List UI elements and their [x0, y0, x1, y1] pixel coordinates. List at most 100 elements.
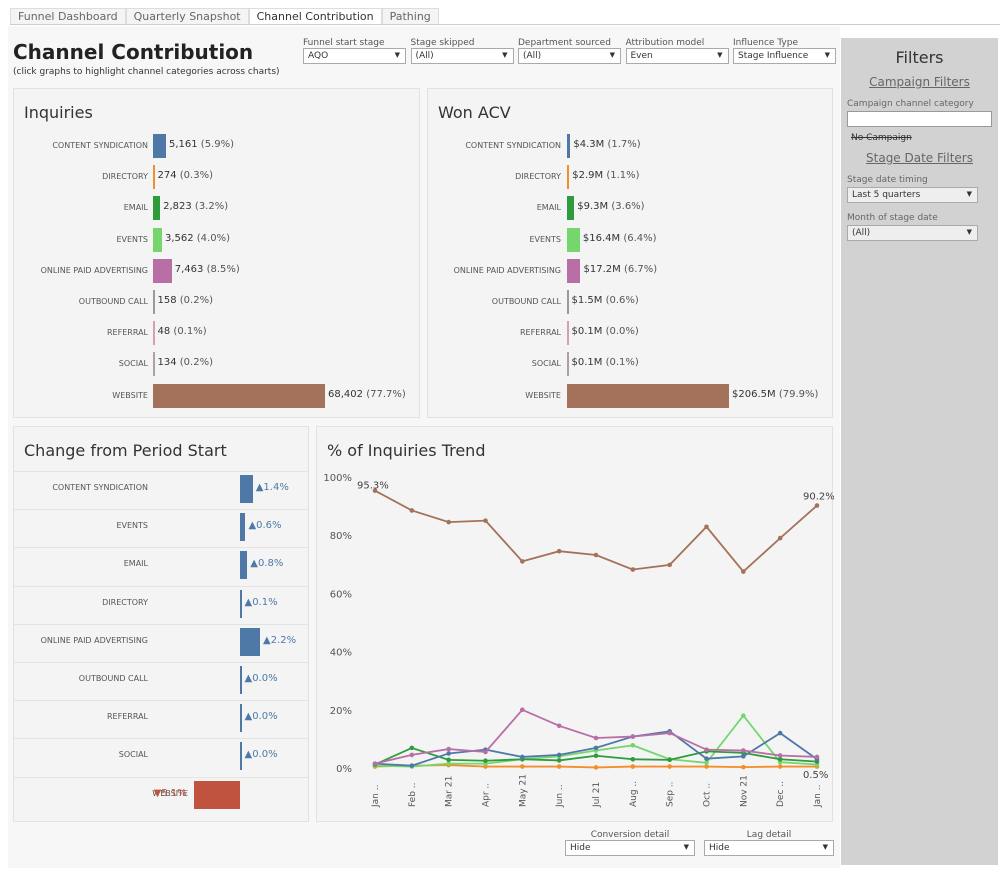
- bar[interactable]: [567, 227, 580, 252]
- data-point[interactable]: [593, 753, 599, 759]
- data-point[interactable]: [483, 758, 488, 764]
- data-point[interactable]: [593, 745, 599, 751]
- bar[interactable]: [153, 165, 155, 190]
- data-point[interactable]: [520, 764, 525, 769]
- bar-row[interactable]: ONLINE PAID ADVERTISING 7,463 (8.5%): [14, 258, 419, 283]
- data-point[interactable]: [556, 758, 562, 763]
- change-row[interactable]: OUTBOUND CALL ▲0.0%: [14, 662, 308, 694]
- change-bar[interactable]: [240, 742, 242, 771]
- data-point[interactable]: [593, 765, 599, 770]
- data-point[interactable]: [777, 535, 783, 541]
- data-point[interactable]: [814, 754, 820, 760]
- month-dropdown[interactable]: (All) ▼: [847, 225, 978, 241]
- change-row[interactable]: EMAIL ▲0.8%: [14, 547, 308, 580]
- data-point[interactable]: [630, 734, 636, 739]
- bar[interactable]: [567, 321, 569, 346]
- bar[interactable]: [153, 290, 155, 314]
- bar[interactable]: [567, 134, 571, 158]
- series-line-events[interactable]: [374, 714, 818, 768]
- bar-row[interactable]: OUTBOUND CALL 158 (0.2%): [14, 290, 419, 314]
- series-line-website[interactable]: [374, 489, 818, 573]
- data-point[interactable]: [409, 752, 415, 758]
- data-point[interactable]: [741, 713, 746, 718]
- bar[interactable]: [153, 227, 162, 252]
- stage-date-filters-link[interactable]: Stage Date Filters: [841, 151, 998, 165]
- change-row[interactable]: ONLINE PAID ADVERTISING ▲2.2%: [14, 623, 308, 656]
- data-point[interactable]: [372, 761, 378, 766]
- change-bar[interactable]: [240, 513, 246, 542]
- campaign-filters-link[interactable]: Campaign Filters: [841, 75, 998, 89]
- tab-funnel-dashboard[interactable]: Funnel Dashboard: [10, 8, 126, 24]
- data-point[interactable]: [704, 760, 709, 766]
- data-point[interactable]: [741, 748, 746, 753]
- data-point[interactable]: [741, 569, 746, 574]
- change-row[interactable]: EVENTS ▲0.6%: [14, 509, 308, 542]
- trend-panel[interactable]: % of Inquiries Trend 0% 20% 40% 60% 80% 100% J…: [316, 426, 834, 823]
- bar-row[interactable]: REFERRAL $0.1M (0.0%): [428, 321, 832, 346]
- bar-row[interactable]: DIRECTORY $2.9M (1.1%): [428, 165, 832, 190]
- bar-row[interactable]: SOCIAL 134 (0.2%): [14, 352, 419, 377]
- change-row[interactable]: REFERRAL ▲0.0%: [14, 700, 308, 733]
- data-point[interactable]: [777, 730, 783, 736]
- data-point[interactable]: [667, 764, 672, 769]
- bar[interactable]: [153, 134, 166, 158]
- data-point[interactable]: [667, 757, 672, 763]
- data-point[interactable]: [556, 723, 562, 729]
- data-point[interactable]: [777, 764, 783, 769]
- bar-row[interactable]: WEBSITE $206.5M (79.9%): [428, 383, 832, 408]
- bar[interactable]: [567, 258, 581, 283]
- bar-row[interactable]: CONTENT SYNDICATION $4.3M (1.7%): [428, 134, 832, 158]
- tab-channel-contribution[interactable]: Channel Contribution: [248, 8, 382, 24]
- data-point[interactable]: [556, 752, 562, 758]
- data-point[interactable]: [704, 524, 709, 530]
- data-point[interactable]: [630, 764, 636, 769]
- bar-row[interactable]: EVENTS 3,562 (4.0%): [14, 227, 419, 252]
- bar-row[interactable]: EVENTS $16.4M (6.4%): [428, 227, 832, 252]
- filter-dropdown[interactable]: Stage Influence ▼: [733, 48, 836, 64]
- bar[interactable]: [153, 321, 155, 346]
- no-campaign-option[interactable]: No Campaign: [851, 133, 988, 143]
- bar-row[interactable]: SOCIAL $0.1M (0.1%): [428, 352, 832, 377]
- data-point[interactable]: [556, 548, 562, 554]
- change-bar[interactable]: [240, 589, 242, 618]
- bar[interactable]: [567, 196, 575, 221]
- change-row[interactable]: WEBSITE ▼5.1%: [14, 776, 308, 809]
- bar-row[interactable]: WEBSITE 68,402 (77.7%): [14, 383, 419, 408]
- data-point[interactable]: [667, 562, 672, 568]
- bar[interactable]: [567, 352, 569, 377]
- data-point[interactable]: [630, 743, 636, 748]
- data-point[interactable]: [556, 764, 562, 769]
- bar[interactable]: [567, 290, 569, 314]
- campaign-channel-input[interactable]: [847, 111, 992, 127]
- bar[interactable]: [153, 258, 172, 283]
- data-point[interactable]: [446, 519, 451, 525]
- data-point[interactable]: [704, 747, 709, 752]
- filter-dropdown[interactable]: Hide ▼: [704, 840, 834, 856]
- data-point[interactable]: [741, 764, 746, 770]
- data-point[interactable]: [777, 753, 783, 758]
- data-point[interactable]: [409, 508, 415, 513]
- bar-row[interactable]: ONLINE PAID ADVERTISING $17.2M (6.7%): [428, 258, 832, 283]
- data-point[interactable]: [593, 735, 599, 741]
- change-row[interactable]: CONTENT SYNDICATION ▲1.4%: [14, 471, 308, 503]
- change-bar[interactable]: [193, 780, 240, 809]
- trend-chart[interactable]: 0% 20% 40% 60% 80% 100% Jan .. Feb .. Mar 21 Apr …: [317, 427, 834, 823]
- data-point[interactable]: [520, 754, 525, 760]
- tab-quarterly-snapshot[interactable]: Quarterly Snapshot: [125, 8, 249, 24]
- data-point[interactable]: [741, 754, 746, 759]
- data-point[interactable]: [446, 751, 451, 756]
- data-point[interactable]: [814, 503, 820, 508]
- change-row[interactable]: DIRECTORY ▲0.1%: [14, 585, 308, 618]
- filter-dropdown[interactable]: Even ▼: [625, 48, 729, 64]
- data-point[interactable]: [593, 552, 599, 558]
- data-point[interactable]: [520, 559, 525, 564]
- change-bar[interactable]: [240, 475, 253, 503]
- change-row[interactable]: SOCIAL ▲0.0%: [14, 738, 308, 771]
- bar[interactable]: [567, 165, 570, 190]
- bar[interactable]: [153, 196, 161, 221]
- data-point[interactable]: [446, 746, 451, 752]
- filter-dropdown[interactable]: (All) ▼: [410, 48, 514, 64]
- filter-dropdown[interactable]: (All) ▼: [518, 48, 621, 64]
- data-point[interactable]: [630, 567, 636, 572]
- bar-row[interactable]: EMAIL $9.3M (3.6%): [428, 196, 832, 221]
